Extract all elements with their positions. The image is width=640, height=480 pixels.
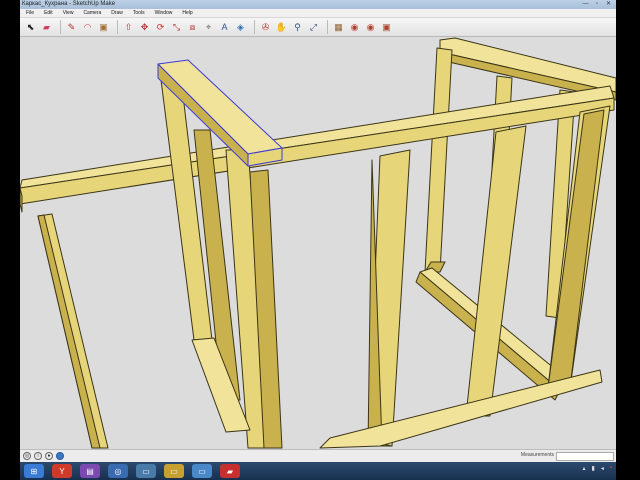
framing-model[interactable] xyxy=(20,37,616,449)
select-tool[interactable]: ⬉ xyxy=(24,21,37,34)
tape-measure-tool[interactable]: ⌖ xyxy=(202,21,215,34)
share-model-button[interactable]: ◉ xyxy=(348,21,361,34)
sketchup-taskbar[interactable]: ▰ xyxy=(220,464,240,478)
geo-location-icon[interactable]: ◎ xyxy=(23,452,31,460)
credits-icon[interactable]: i xyxy=(34,452,42,460)
warehouse-button[interactable]: ▦ xyxy=(332,21,345,34)
explorer-taskbar[interactable]: ▭ xyxy=(136,464,156,478)
menu-item-window[interactable]: Window xyxy=(155,9,173,17)
eraser-tool[interactable]: ▰ xyxy=(40,21,53,34)
zoom-tool[interactable]: ⚲ xyxy=(291,21,304,34)
menu-item-view[interactable]: View xyxy=(63,9,74,17)
toolbar-separator xyxy=(117,20,118,34)
beam-face[interactable] xyxy=(20,97,615,205)
measurements-input[interactable] xyxy=(556,452,614,461)
text-tool[interactable]: A xyxy=(218,21,231,34)
tray-arrow-icon[interactable]: ▴ xyxy=(583,465,586,472)
toolbar-separator xyxy=(327,20,328,34)
window-title: Каркас_Кухрана - SketchUp Make xyxy=(22,1,116,7)
network-taskbar[interactable]: ◎ xyxy=(108,464,128,478)
line-tool[interactable]: ✎ xyxy=(65,21,78,34)
menu-item-edit[interactable]: Edit xyxy=(44,9,53,17)
toolbar-separator xyxy=(60,20,61,34)
system-tray: ▴ ▮ ◂ ▪ xyxy=(583,465,612,472)
paint-bucket-tool[interactable]: ◈ xyxy=(234,21,247,34)
window-controls[interactable]: — ▫ ✕ xyxy=(583,0,615,9)
measurements-label: Measurements xyxy=(520,452,554,458)
sketchup-window: Каркас_Кухрана - SketchUp Make — ▫ ✕ Fil… xyxy=(20,0,616,462)
folder-taskbar[interactable]: ▭ xyxy=(164,464,184,478)
bottom-plate-front[interactable] xyxy=(319,369,603,449)
start-button[interactable]: ⊞ xyxy=(24,464,44,478)
scale-tool[interactable]: ⤡ xyxy=(170,21,183,34)
toolbar-separator xyxy=(254,20,255,34)
arc-tool[interactable]: ◠ xyxy=(81,21,94,34)
zoom-extents-tool[interactable]: ⤢ xyxy=(307,21,320,34)
menu-item-file[interactable]: File xyxy=(26,9,34,17)
pan-tool[interactable]: ✋ xyxy=(275,21,288,34)
menu-item-draw[interactable]: Draw xyxy=(111,9,123,17)
menu-item-tools[interactable]: Tools xyxy=(133,9,145,17)
yandex-browser-taskbar[interactable]: Y xyxy=(52,464,72,478)
media-player-taskbar[interactable]: ▤ xyxy=(80,464,100,478)
status-bar: ◎ i ● Measurements xyxy=(20,449,616,462)
flag-icon[interactable]: ▪ xyxy=(610,465,612,472)
menu-item-help[interactable]: Help xyxy=(182,9,192,17)
volume-icon[interactable]: ◂ xyxy=(601,465,604,472)
title-bar: Каркас_Кухрана - SketchUp Make — ▫ ✕ xyxy=(20,0,616,9)
stud-front-left-side[interactable] xyxy=(37,214,101,449)
layout-button[interactable]: ▣ xyxy=(380,21,393,34)
rotate-tool[interactable]: ⟳ xyxy=(154,21,167,34)
shapes-tool[interactable]: ▣ xyxy=(97,21,110,34)
help-icon[interactable] xyxy=(56,452,64,460)
documents-taskbar[interactable]: ▭ xyxy=(192,464,212,478)
orbit-tool[interactable]: ✇ xyxy=(259,21,272,34)
network-icon[interactable]: ▮ xyxy=(592,465,595,472)
pushpull-tool[interactable]: ⇧ xyxy=(122,21,135,34)
offset-tool[interactable]: ⧈ xyxy=(186,21,199,34)
user-icon[interactable]: ● xyxy=(45,452,53,460)
move-tool[interactable]: ✥ xyxy=(138,21,151,34)
taskbar: ⊞ Y ▤ ◎ ▭ ▭ ▭ ▰ ▴ ▮ ◂ ▪ xyxy=(20,462,616,480)
model-viewport[interactable] xyxy=(20,37,616,449)
menu-bar: File Edit View Camera Draw Tools Window Help xyxy=(20,9,616,18)
extension-warehouse-button[interactable]: ◉ xyxy=(364,21,377,34)
main-toolbar: ⬉ ▰ ✎ ◠ ▣ ⇧ ✥ ⟳ ⤡ ⧈ ⌖ A ◈ ✇ ✋ ⚲ ⤢ ▦ ◉ ◉ ▣ xyxy=(20,18,616,37)
stud-front-r2[interactable] xyxy=(465,125,527,417)
menu-item-camera[interactable]: Camera xyxy=(83,9,101,17)
stud-back-1[interactable] xyxy=(424,47,453,273)
